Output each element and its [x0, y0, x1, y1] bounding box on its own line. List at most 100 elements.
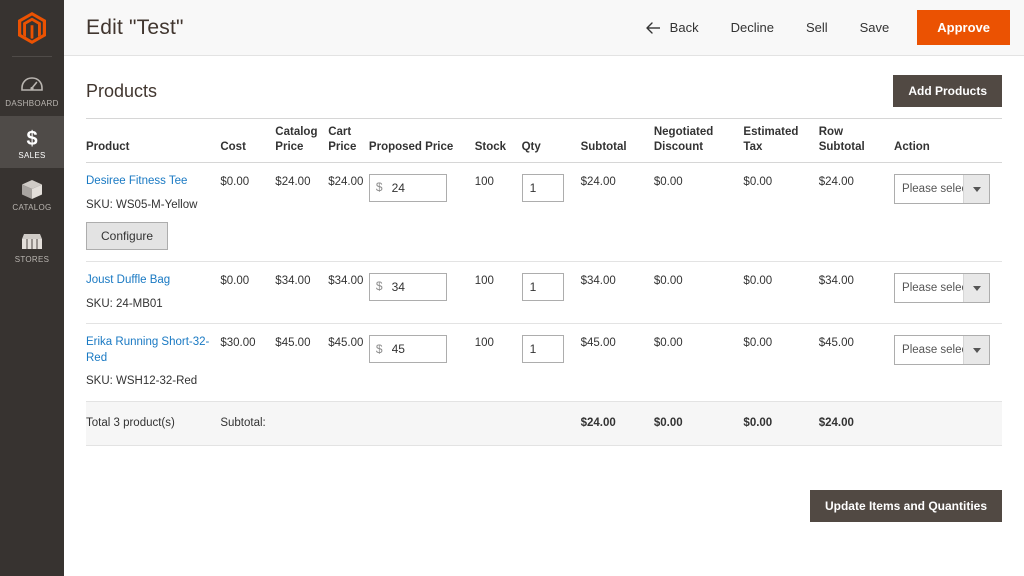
- cell-negotiated-discount: $0.00: [653, 261, 744, 325]
- cell-stock: 100: [474, 323, 522, 403]
- column-header-qty: Qty: [521, 118, 581, 163]
- column-header-cart-price: Cart Price: [328, 118, 369, 163]
- product-link[interactable]: Joust Duffle Bag: [86, 273, 214, 289]
- sidebar-item-sales[interactable]: $ SALES: [0, 116, 64, 168]
- sidebar-item-catalog[interactable]: CATALOG: [0, 168, 64, 220]
- configure-button[interactable]: Configure: [86, 222, 169, 251]
- qty-input[interactable]: [521, 174, 564, 202]
- cell-cost: $0.00: [220, 261, 276, 325]
- product-link[interactable]: Erika Running Short-32-Red: [86, 335, 214, 366]
- totals-subtotal-label: Subtotal:: [220, 401, 581, 446]
- cell-proposed-price: $: [368, 162, 475, 263]
- page-title: Edit "Test": [86, 15, 184, 39]
- save-button[interactable]: Save: [844, 12, 906, 43]
- cell-estimated-tax: $0.00: [743, 162, 819, 263]
- cell-product: Joust Duffle Bag SKU: 24-MB01: [86, 261, 221, 325]
- add-products-button[interactable]: Add Products: [893, 75, 1002, 107]
- cell-stock: 100: [474, 261, 522, 325]
- currency-symbol: $: [375, 279, 383, 294]
- cell-product: Desiree Fitness Tee SKU: WS05-M-Yellow Con…: [86, 162, 221, 263]
- cell-cart-price: $24.00: [328, 162, 369, 263]
- arrow-left-icon: [645, 21, 660, 34]
- cell-qty: [521, 162, 581, 263]
- cell-qty: [521, 261, 581, 325]
- cell-row-subtotal: $34.00: [818, 261, 895, 325]
- sell-button[interactable]: Sell: [790, 12, 844, 43]
- cell-action: Please select: [894, 323, 1002, 403]
- sidebar-item-label: SALES: [18, 150, 46, 160]
- action-select[interactable]: Please select: [894, 335, 991, 366]
- cell-proposed-price: $: [368, 261, 475, 325]
- cell-qty: [521, 323, 581, 403]
- back-button-label: Back: [669, 20, 699, 35]
- sidebar-item-stores[interactable]: STORES: [0, 220, 64, 272]
- cell-negotiated-discount: $0.00: [653, 323, 744, 403]
- column-header-proposed-price: Proposed Price: [368, 118, 475, 163]
- product-sku: SKU: WSH12-32-Red: [86, 375, 198, 388]
- section-title: Products: [86, 80, 158, 101]
- cell-estimated-tax: $0.00: [743, 261, 819, 325]
- cell-cart-price: $34.00: [328, 261, 369, 325]
- magento-logo-button[interactable]: [0, 0, 64, 56]
- cell-product: Erika Running Short-32-Red SKU: WSH12-32-…: [86, 323, 221, 403]
- proposed-price-input[interactable]: [391, 181, 440, 195]
- action-select[interactable]: Please select: [894, 174, 991, 204]
- proposed-price-input[interactable]: [391, 342, 440, 357]
- totals-estimated-tax: $0.00: [743, 401, 819, 446]
- column-header-product: Product: [86, 118, 221, 163]
- products-section-header: Products Add Products: [86, 56, 1002, 118]
- proposed-price-input[interactable]: [391, 280, 440, 295]
- cell-subtotal: $24.00: [580, 162, 654, 263]
- qty-input[interactable]: [521, 335, 564, 364]
- column-header-cost: Cost: [220, 118, 276, 163]
- admin-page: DASHBOARD $ SALES CATALOG STORES Edit "T…: [0, 0, 1024, 576]
- proposed-price-field[interactable]: $: [368, 335, 447, 364]
- box-icon: [21, 179, 43, 201]
- cell-catalog-price: $34.00: [275, 261, 329, 325]
- table-row: Joust Duffle Bag SKU: 24-MB01 $0.00 $34.00 $…: [86, 261, 1002, 325]
- proposed-price-field[interactable]: $: [368, 273, 447, 302]
- sidebar-item-dashboard[interactable]: DASHBOARD: [0, 64, 64, 116]
- approve-button[interactable]: Approve: [917, 10, 1010, 45]
- main-area: Edit "Test" Back Decline Sell Save Appro…: [64, 0, 1024, 576]
- header-actions: Back Decline Sell Save Approve: [636, 10, 1010, 45]
- dollar-icon: $: [21, 127, 43, 149]
- totals-action-empty: [894, 401, 1002, 446]
- update-items-button[interactable]: Update Items and Quantities: [809, 489, 1002, 522]
- column-header-stock: Stock: [474, 118, 522, 163]
- cell-row-subtotal: $45.00: [818, 323, 895, 403]
- totals-count: Total 3 product(s): [86, 401, 221, 446]
- content-area: Products Add Products Product Cost Catal…: [64, 56, 1024, 522]
- back-button[interactable]: Back: [636, 12, 715, 43]
- action-select[interactable]: Please select: [894, 273, 991, 304]
- table-row: Desiree Fitness Tee SKU: WS05-M-Yellow Con…: [86, 162, 1002, 263]
- footer-actions: Update Items and Quantities: [86, 446, 1002, 522]
- svg-text:$: $: [26, 128, 37, 149]
- cell-action: Please select: [894, 261, 1002, 325]
- totals-row: Total 3 product(s) Subtotal: $24.00 $0.0…: [86, 401, 1002, 446]
- cell-catalog-price: $45.00: [275, 323, 329, 403]
- column-header-action: Action: [894, 118, 1002, 163]
- products-table: Product Cost Catalog Price Cart Price Pr…: [86, 118, 1002, 446]
- cell-stock: 100: [474, 162, 522, 263]
- qty-input[interactable]: [521, 273, 564, 302]
- products-table-body: Desiree Fitness Tee SKU: WS05-M-Yellow Con…: [86, 162, 1002, 403]
- column-header-estimated-tax: Estimated Tax: [743, 118, 819, 163]
- product-sku: SKU: WS05-M-Yellow: [86, 198, 198, 211]
- product-link[interactable]: Desiree Fitness Tee: [86, 174, 214, 190]
- cell-catalog-price: $24.00: [275, 162, 329, 263]
- table-header-row: Product Cost Catalog Price Cart Price Pr…: [86, 118, 1002, 163]
- cell-cost: $0.00: [220, 162, 276, 263]
- currency-symbol: $: [375, 180, 383, 195]
- decline-button[interactable]: Decline: [715, 12, 790, 43]
- column-header-negotiated-discount: Negotiated Discount: [653, 118, 744, 163]
- chevron-down-icon[interactable]: [963, 336, 990, 365]
- chevron-down-icon[interactable]: [963, 175, 990, 203]
- proposed-price-field[interactable]: $: [368, 174, 447, 202]
- sidebar-item-label: CATALOG: [12, 202, 52, 212]
- currency-symbol: $: [375, 341, 383, 356]
- totals-row-subtotal: $24.00: [818, 401, 895, 446]
- magento-logo-icon: [18, 12, 46, 44]
- cell-proposed-price: $: [368, 323, 475, 403]
- chevron-down-icon[interactable]: [963, 274, 990, 303]
